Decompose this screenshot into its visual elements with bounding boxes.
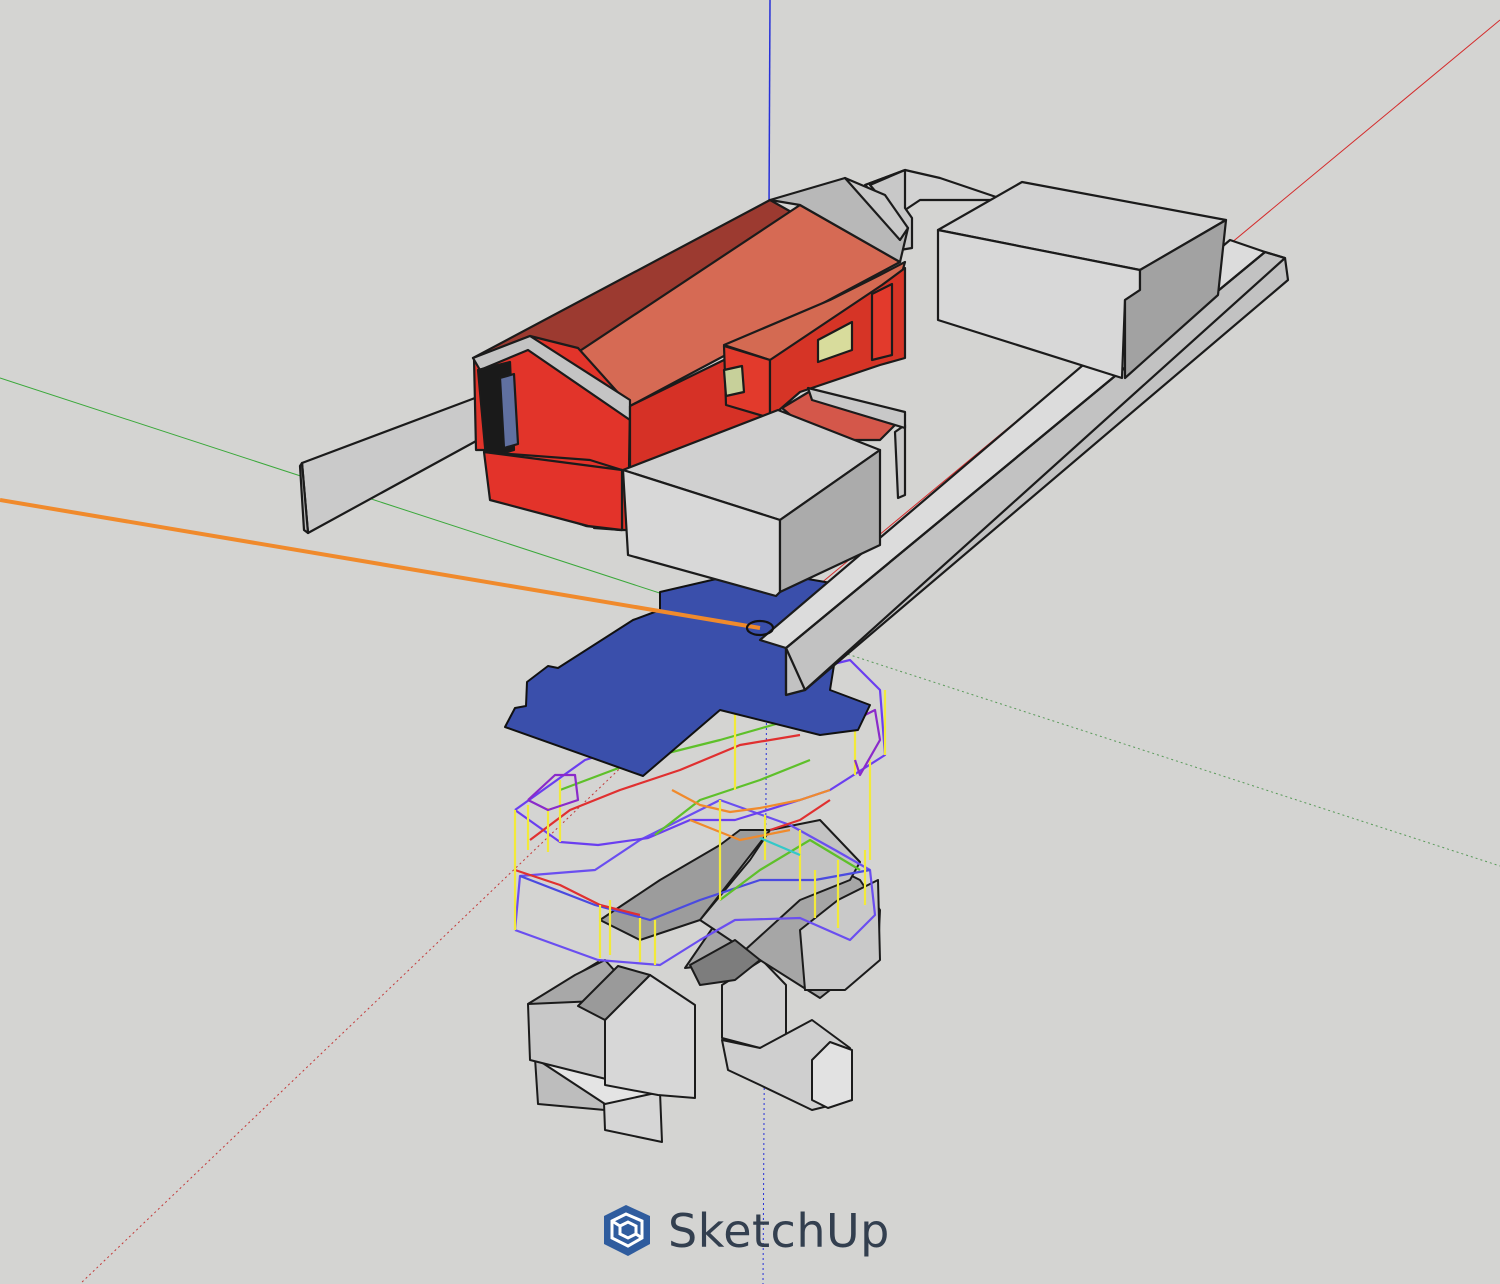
house-model[interactable] <box>471 176 910 598</box>
window-opening <box>498 372 520 450</box>
context-masses[interactable] <box>527 819 881 1143</box>
wire-outline <box>527 773 580 812</box>
3d-scene[interactable] <box>0 0 1500 1284</box>
deck-post[interactable] <box>893 423 907 500</box>
sketchup-logo-icon <box>604 1205 650 1256</box>
left-wall[interactable] <box>298 396 480 535</box>
wire-outline <box>671 788 831 814</box>
window-opening <box>722 364 746 398</box>
brand-name: SketchUp <box>668 1204 890 1258</box>
wall-face[interactable] <box>482 450 624 532</box>
sketchup-brand: SketchUp <box>598 1198 890 1264</box>
wall-face[interactable] <box>870 282 894 362</box>
model-viewport[interactable]: SketchUp <box>0 0 1500 1284</box>
